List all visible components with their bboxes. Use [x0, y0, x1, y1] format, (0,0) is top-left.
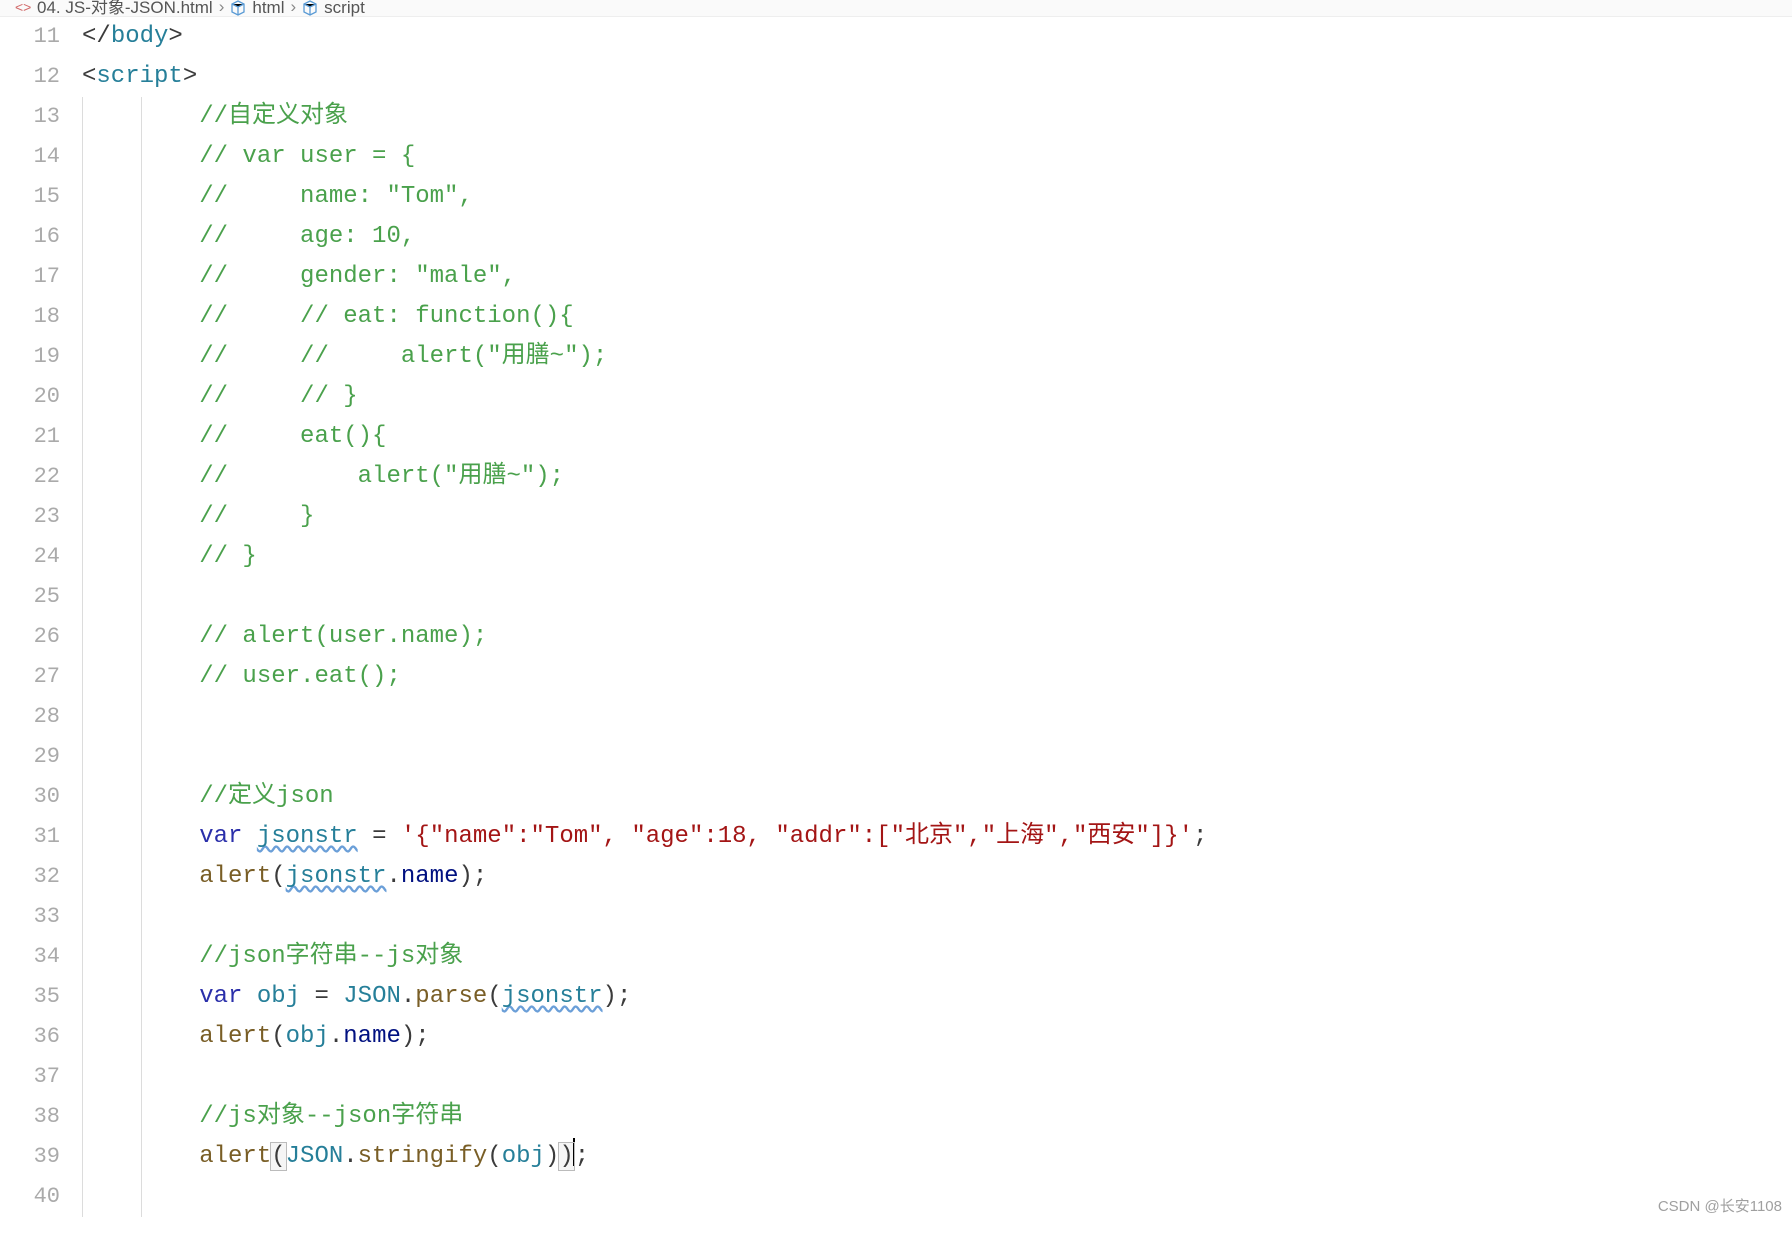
code-line[interactable]: //自定义对象: [82, 97, 1792, 137]
code-line[interactable]: </body>: [82, 17, 1792, 57]
line-number: 26: [0, 617, 82, 657]
line-number: 19: [0, 337, 82, 377]
line-number: 29: [0, 737, 82, 777]
breadcrumb-node-html[interactable]: html: [230, 0, 284, 16]
code-line[interactable]: // user.eat();: [82, 657, 1792, 697]
code-line[interactable]: [82, 1177, 1792, 1217]
code-line[interactable]: // // alert("用膳~");: [82, 337, 1792, 377]
line-number: 23: [0, 497, 82, 537]
line-number: 30: [0, 777, 82, 817]
code-file-icon: <>: [15, 0, 31, 16]
code-area[interactable]: </body><script> //自定义对象 // var user = { …: [82, 17, 1792, 1237]
line-number: 34: [0, 937, 82, 977]
line-number: 32: [0, 857, 82, 897]
code-line[interactable]: //定义json: [82, 777, 1792, 817]
line-number: 20: [0, 377, 82, 417]
line-number: 37: [0, 1057, 82, 1097]
code-line[interactable]: // gender: "male",: [82, 257, 1792, 297]
line-number: 39: [0, 1137, 82, 1177]
line-number: 38: [0, 1097, 82, 1137]
line-number: 13: [0, 97, 82, 137]
code-line[interactable]: [82, 737, 1792, 777]
code-line[interactable]: var obj = JSON.parse(jsonstr);: [82, 977, 1792, 1017]
code-line[interactable]: // eat(){: [82, 417, 1792, 457]
breadcrumb-separator: ›: [219, 0, 225, 14]
line-number: 17: [0, 257, 82, 297]
line-number: 33: [0, 897, 82, 937]
line-number: 28: [0, 697, 82, 737]
code-line[interactable]: alert(obj.name);: [82, 1017, 1792, 1057]
code-editor[interactable]: 1112131415161718192021222324252627282930…: [0, 17, 1792, 1237]
line-number: 16: [0, 217, 82, 257]
code-line[interactable]: //json字符串--js对象: [82, 937, 1792, 977]
line-number: 12: [0, 57, 82, 97]
breadcrumb-file-label: 04. JS-对象-JSON.html: [37, 1, 213, 15]
code-line[interactable]: var jsonstr = '{"name":"Tom", "age":18, …: [82, 817, 1792, 857]
line-number: 21: [0, 417, 82, 457]
code-line[interactable]: alert(jsonstr.name);: [82, 857, 1792, 897]
code-line[interactable]: // name: "Tom",: [82, 177, 1792, 217]
line-number: 22: [0, 457, 82, 497]
line-number: 36: [0, 1017, 82, 1057]
line-number: 27: [0, 657, 82, 697]
breadcrumb-file[interactable]: <> 04. JS-对象-JSON.html: [15, 0, 213, 16]
breadcrumb-node-script[interactable]: script: [302, 0, 365, 16]
code-line[interactable]: // age: 10,: [82, 217, 1792, 257]
line-number: 11: [0, 17, 82, 57]
code-line[interactable]: [82, 577, 1792, 617]
breadcrumb-node-label: script: [324, 1, 365, 15]
code-line[interactable]: //js对象--json字符串: [82, 1097, 1792, 1137]
code-line[interactable]: [82, 1057, 1792, 1097]
code-line[interactable]: alert(JSON.stringify(obj));: [82, 1137, 1792, 1177]
line-number: 14: [0, 137, 82, 177]
code-line[interactable]: <script>: [82, 57, 1792, 97]
line-number-gutter: 1112131415161718192021222324252627282930…: [0, 17, 82, 1237]
breadcrumb-separator: ›: [291, 0, 297, 14]
line-number: 31: [0, 817, 82, 857]
code-line[interactable]: // alert("用膳~");: [82, 457, 1792, 497]
svg-text:<>: <>: [15, 0, 31, 15]
code-line[interactable]: // // eat: function(){: [82, 297, 1792, 337]
code-line[interactable]: // var user = {: [82, 137, 1792, 177]
breadcrumb-node-label: html: [252, 1, 284, 15]
line-number: 18: [0, 297, 82, 337]
code-line[interactable]: // }: [82, 537, 1792, 577]
code-line[interactable]: // alert(user.name);: [82, 617, 1792, 657]
line-number: 25: [0, 577, 82, 617]
code-line[interactable]: [82, 697, 1792, 737]
cube-icon: [302, 0, 318, 16]
line-number: 35: [0, 977, 82, 1017]
watermark: CSDN @长安1108: [1658, 1187, 1782, 1227]
line-number: 40: [0, 1177, 82, 1217]
code-line[interactable]: // // }: [82, 377, 1792, 417]
code-line[interactable]: // }: [82, 497, 1792, 537]
line-number: 15: [0, 177, 82, 217]
code-line[interactable]: [82, 897, 1792, 937]
breadcrumb[interactable]: <> 04. JS-对象-JSON.html › html › script: [0, 0, 1792, 17]
line-number: 24: [0, 537, 82, 577]
cube-icon: [230, 0, 246, 16]
